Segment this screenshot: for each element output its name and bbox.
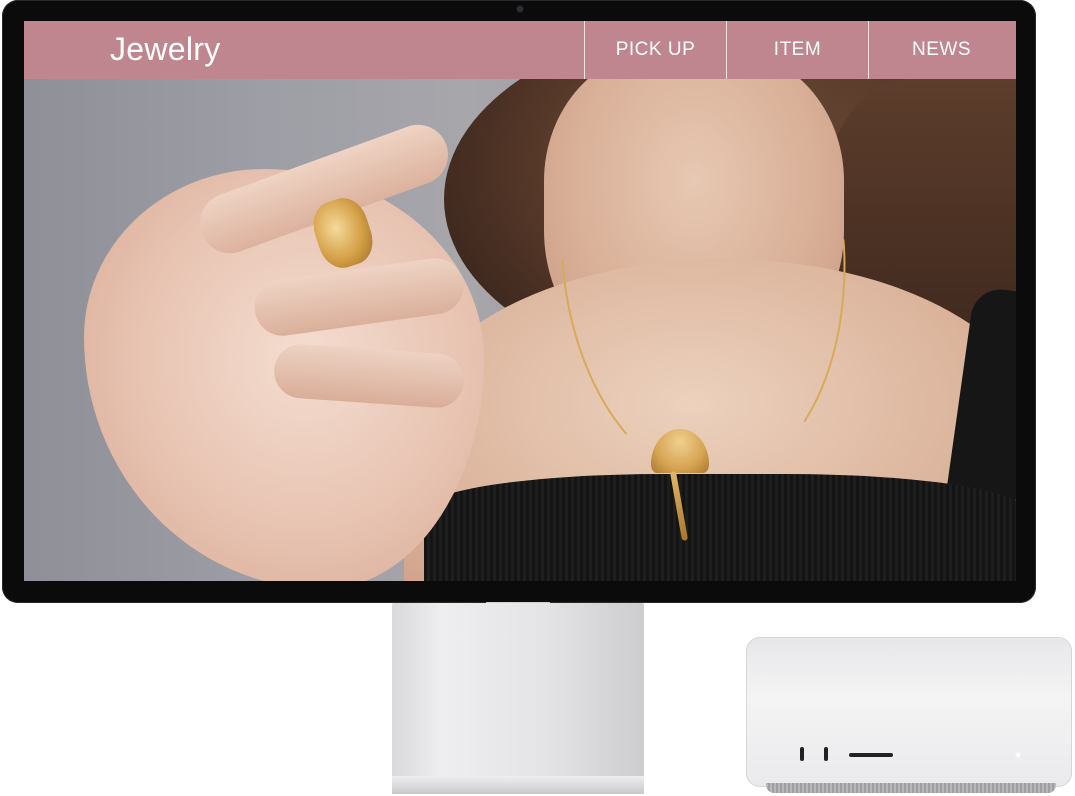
black-knit-top [424,474,1016,581]
usb-c-port [824,747,828,761]
stand-base [392,776,644,794]
power-led-icon [1016,753,1020,757]
webcam-icon [517,6,523,12]
studio-display: Jewelry PICK UP ITEM NEWS [2,0,1036,603]
browser-screen: Jewelry PICK UP ITEM NEWS [24,21,1016,581]
sd-card-slot [849,753,893,757]
site-logo[interactable]: Jewelry [110,31,221,68]
main-nav: PICK UP ITEM NEWS [584,21,1014,79]
display-stand [392,603,644,791]
mac-studio [746,637,1072,787]
usb-c-port [800,747,804,761]
nav-item-item[interactable]: ITEM [726,21,868,79]
hero-image [24,79,1016,581]
nav-item-news[interactable]: NEWS [868,21,1014,79]
site-header: Jewelry PICK UP ITEM NEWS [24,21,1016,79]
mac-studio-vent [766,783,1056,793]
nav-item-pick-up[interactable]: PICK UP [584,21,726,79]
